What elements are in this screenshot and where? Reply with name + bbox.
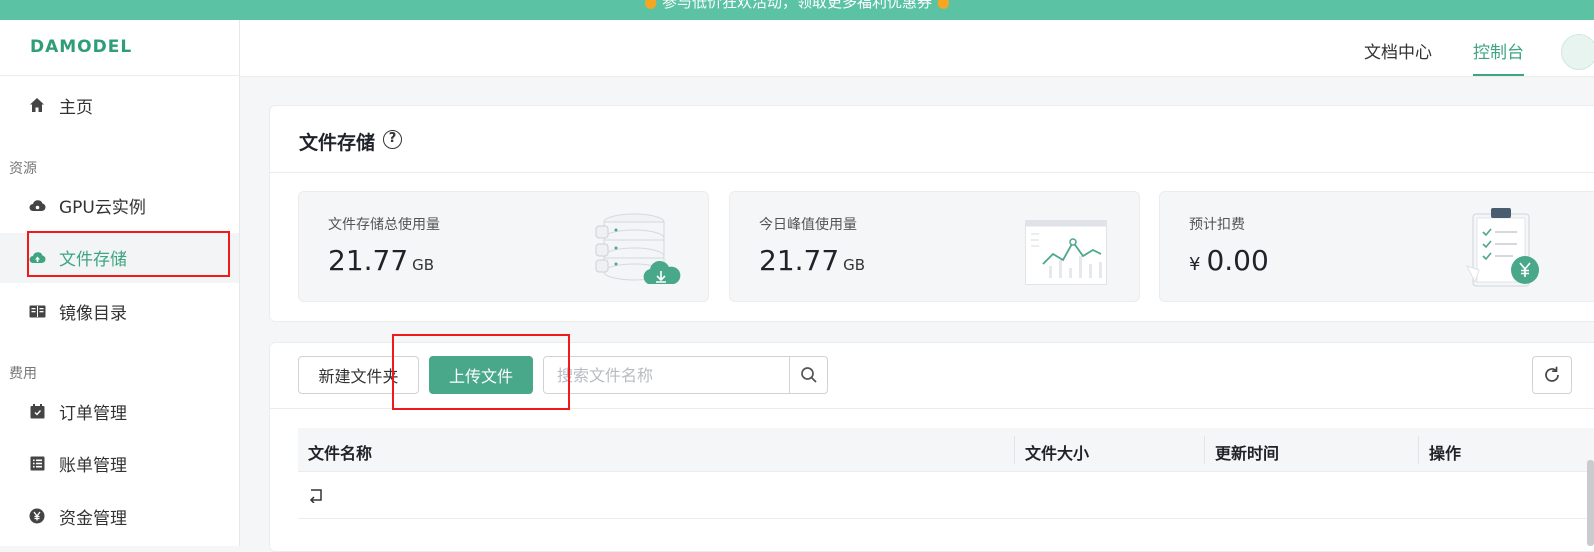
sidebar-item-label: 文件存储	[59, 249, 127, 270]
active-tab-underline	[1473, 74, 1524, 76]
stat-label: 今日峰值使用量	[759, 217, 857, 233]
back-to-parent-icon[interactable]	[308, 487, 324, 503]
avatar[interactable]	[1561, 34, 1594, 70]
sidebar-item-label: 账单管理	[59, 455, 127, 476]
divider	[0, 75, 240, 76]
database-illustration-icon	[595, 213, 681, 284]
search-button[interactable]	[789, 357, 827, 393]
sidebar-item-gpu[interactable]: GPU云实例	[28, 190, 146, 220]
sidebar-item-label: 主页	[59, 97, 93, 118]
divider	[270, 172, 1594, 173]
sidebar-item-storage[interactable]: 文件存储	[28, 242, 127, 272]
stat-value: 21.77 GB	[328, 244, 434, 277]
page-title: 文件存储	[299, 132, 376, 154]
column-separator	[1014, 436, 1015, 464]
new-folder-button[interactable]: 新建文件夹	[298, 356, 419, 394]
book-icon	[28, 302, 46, 320]
home-icon	[28, 96, 46, 114]
sidebar: DAMODEL 主页 资源 GPU云实例 文件存储 镜像目录 费用 订单管理 账…	[0, 20, 240, 546]
currency-symbol: ¥	[1189, 254, 1201, 275]
sidebar-item-home[interactable]: 主页	[28, 90, 93, 120]
stat-card-total-usage: 文件存储总使用量 21.77 GB	[298, 191, 709, 302]
stat-unit: GB	[412, 256, 435, 274]
sidebar-item-funds[interactable]: 资金管理	[28, 501, 127, 531]
promo-banner-text: 参与低价狂欢活动，领取更多福利优惠券	[661, 0, 932, 11]
list-icon	[28, 454, 46, 472]
console-link[interactable]: 控制台	[1473, 38, 1524, 63]
yen-icon	[28, 507, 46, 525]
stat-value: ¥0.00	[1189, 244, 1269, 277]
stat-label: 文件存储总使用量	[328, 217, 440, 233]
stat-value: 21.77 GB	[759, 244, 865, 277]
promo-banner[interactable]: ● 参与低价狂欢活动，领取更多福利优惠券 ●	[0, 0, 1594, 20]
stat-card-estimated-charge: 预计扣费 ¥0.00	[1159, 191, 1594, 302]
column-separator	[1418, 436, 1419, 464]
scrollbar[interactable]	[1587, 460, 1594, 546]
cloud-upload-icon	[28, 248, 46, 266]
column-header-actions: 操作	[1429, 444, 1462, 463]
stat-number: 0.00	[1206, 244, 1269, 277]
sidebar-item-label: 镜像目录	[59, 303, 127, 324]
line-chart-illustration-icon	[1025, 220, 1107, 285]
stat-label: 预计扣费	[1189, 217, 1245, 233]
sidebar-item-orders[interactable]: 订单管理	[28, 396, 127, 426]
stat-unit: GB	[843, 256, 866, 274]
fire-icon: ●	[644, 0, 658, 11]
help-icon[interactable]: ?	[383, 130, 402, 149]
sidebar-item-bills[interactable]: 账单管理	[28, 448, 127, 478]
refresh-icon	[1545, 366, 1559, 382]
search-icon	[800, 367, 817, 383]
docs-center-link[interactable]: 文档中心	[1364, 38, 1432, 63]
column-header-updated[interactable]: 更新时间	[1215, 440, 1279, 464]
section-label-resources: 资源	[9, 161, 37, 177]
column-separator	[1204, 436, 1205, 464]
table-row-parent-directory[interactable]	[298, 473, 1594, 519]
stat-card-peak-usage: 今日峰值使用量 21.77 GB	[729, 191, 1140, 302]
refresh-button[interactable]	[1532, 356, 1572, 394]
column-header-size[interactable]: 文件大小	[1025, 440, 1089, 464]
calendar-icon	[28, 402, 46, 420]
cloud-icon	[28, 196, 46, 214]
table-header: 文件名称 文件大小 更新时间 操作	[298, 428, 1594, 472]
sidebar-item-label: 订单管理	[59, 403, 127, 424]
fire-icon: ●	[936, 0, 950, 11]
stat-number: 21.77	[759, 244, 840, 277]
sidebar-item-images[interactable]: 镜像目录	[28, 296, 127, 326]
upload-file-button[interactable]: 上传文件	[429, 356, 533, 394]
top-navigation: 文档中心 控制台	[240, 20, 1594, 77]
search-box	[543, 356, 828, 394]
stat-number: 21.77	[328, 244, 409, 277]
bill-clipboard-illustration-icon	[1466, 208, 1539, 287]
logo[interactable]: DAMODEL	[30, 37, 132, 57]
divider	[270, 408, 1594, 409]
sidebar-item-label: GPU云实例	[59, 197, 146, 218]
column-header-name[interactable]: 文件名称	[308, 440, 372, 464]
sidebar-item-label: 资金管理	[59, 508, 127, 529]
search-input[interactable]	[544, 357, 790, 393]
section-label-billing: 费用	[9, 366, 37, 382]
